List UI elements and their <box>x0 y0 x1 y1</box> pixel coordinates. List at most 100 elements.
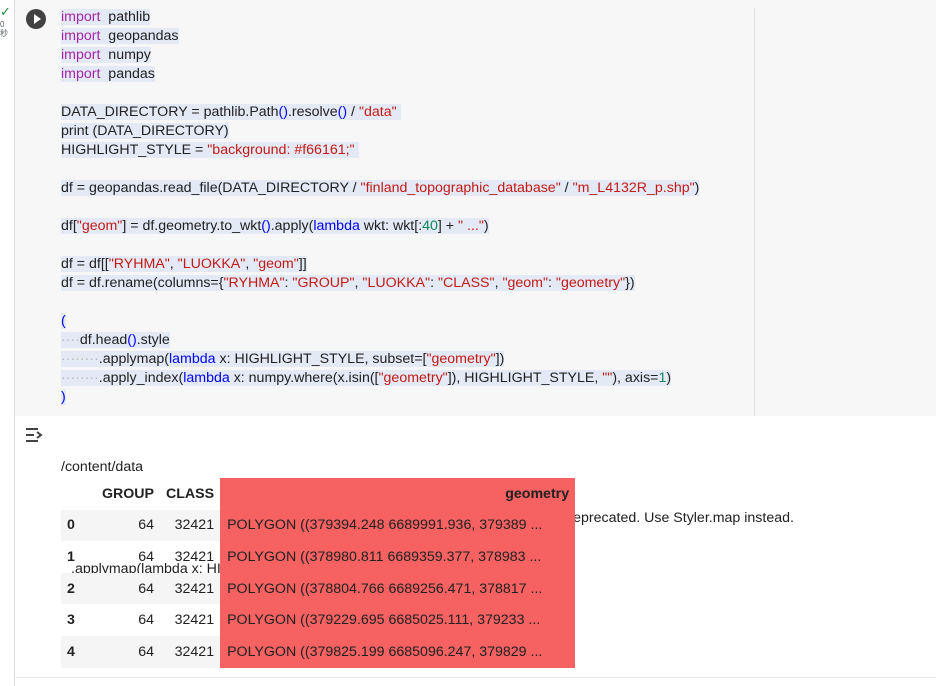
code-token: "data" <box>358 104 397 120</box>
code-token: ( <box>61 313 66 329</box>
code-token: geopandas <box>100 28 179 44</box>
code-line: HIGHLIGHT_STYLE = "background: #f66161;" <box>61 141 699 160</box>
code-token: lambda <box>183 370 230 386</box>
code-token: "RYHMA" <box>223 275 285 291</box>
code-token: ] + <box>437 218 459 234</box>
code-token: " ..." <box>458 218 484 234</box>
column-header: GROUP <box>101 485 154 502</box>
code-token: }) <box>625 275 635 291</box>
code-line: import geopandas <box>61 27 699 46</box>
output-collapse-icon[interactable] <box>23 424 47 446</box>
code-line: ) <box>61 388 699 407</box>
code-token: import <box>61 9 101 25</box>
code-token: wkt: wkt[: <box>359 218 423 234</box>
code-token: df.head <box>79 332 128 348</box>
row-index: 4 <box>61 635 90 668</box>
code-token: "GROUP" <box>292 275 355 291</box>
code-token: ]) <box>495 351 505 367</box>
code-token: () <box>337 104 348 120</box>
code-token: "RYHMA" <box>108 256 170 272</box>
code-token: import <box>61 47 101 63</box>
column-header: CLASS <box>166 485 215 502</box>
code-line: df = geopandas.read_file(DATA_DIRECTORY … <box>61 179 700 198</box>
editor-ruler <box>754 8 755 416</box>
code-token: .style <box>136 332 170 348</box>
code-line: ····df.head().style <box>61 331 699 350</box>
code-token: pandas <box>100 66 155 82</box>
code-token: "m_L4132R_p.shp" <box>572 180 695 196</box>
play-icon[interactable] <box>26 9 46 29</box>
code-token: "geometry" <box>426 351 496 367</box>
index-header <box>61 478 90 510</box>
table-row: 4 64 32421 POLYGON ((379825.199 6685096.247… <box>61 635 576 668</box>
code-token: "LUOKKA" <box>177 256 246 272</box>
table-row: 3 64 32421 POLYGON ((379229.695 6685025.111… <box>61 604 576 636</box>
code-line: ( <box>61 312 699 331</box>
code-token: df = df[[ <box>61 256 109 272</box>
cell-geometry: POLYGON ((379825.199 6685096.247, 379829… <box>220 635 576 668</box>
table-row: 1 64 32421 POLYGON ((378980.811 6689359.377… <box>61 541 576 573</box>
code-token: ] = df.geometry.to_wkt <box>122 218 262 234</box>
cell-class: 32421 <box>160 572 221 605</box>
table-header-row: GROUP CLASS geometry <box>61 478 576 510</box>
code-line: ········.applymap(lambda x: HIGHLIGHT_ST… <box>61 350 699 369</box>
code-token: "LUOKKA" <box>362 275 431 291</box>
output-divider <box>14 677 936 678</box>
code-token: lambda <box>168 351 216 367</box>
code-token: () <box>278 104 288 120</box>
code-token: ) <box>666 370 672 386</box>
code-line: DATA_DIRECTORY = pathlib.Path().resolve(… <box>61 103 699 122</box>
code-token: pathlib <box>100 9 151 25</box>
code-token: ) <box>61 389 66 405</box>
code-token: ]] <box>298 256 307 272</box>
cell-group: 64 <box>138 548 154 565</box>
code-token: / <box>347 104 359 120</box>
code-line: df = df[["RYHMA", "LUOKKA", "geom"]] <box>61 255 699 274</box>
code-token: x: numpy.where(x.isin([ <box>229 370 379 386</box>
code-token: x: HIGHLIGHT_STYLE, subset=[ <box>215 351 427 367</box>
code-token: .applymap( <box>98 351 169 367</box>
code-line: import pathlib <box>61 8 699 27</box>
code-token: print (DATA_DIRECTORY) <box>61 123 229 139</box>
code-token: ) <box>694 180 700 196</box>
code-line: import numpy <box>61 46 699 65</box>
code-token: ), axis= <box>612 370 659 386</box>
cell-group: 64 <box>90 509 160 542</box>
code-token: "" <box>602 370 613 386</box>
code-editor[interactable]: import pathlib import geopandas import num… <box>61 8 700 407</box>
code-token: () <box>127 332 137 348</box>
code-token: "geometry" <box>555 275 626 291</box>
code-line: df = df.rename(columns={"RYHMA": "GROUP"… <box>61 274 699 293</box>
code-token: ···· <box>61 332 80 348</box>
code-token: 40 <box>422 218 438 234</box>
cell-class: 32421 <box>160 509 221 542</box>
code-token: "geom" <box>253 256 299 272</box>
cell-class: 32421 <box>174 612 215 629</box>
code-line: df["geom"] = df.geometry.to_wkt().apply(… <box>61 217 699 236</box>
code-token: df = geopandas.read_file(DATA_DIRECTORY … <box>61 180 361 196</box>
cell-geometry: POLYGON ((378804.766 6689256.471, 378817… <box>220 572 576 605</box>
code-token: : <box>548 275 556 291</box>
code-token: "CLASS" <box>437 275 495 291</box>
code-token: "finland_topographic_database" <box>360 180 561 196</box>
code-token: DATA_DIRECTORY = pathlib.Path <box>61 104 279 120</box>
cell-class: 32421 <box>174 548 215 565</box>
dataframe-table: GROUP CLASS geometry 0 64 32421 POLYGON ((3… <box>61 478 576 668</box>
code-token: "geometry" <box>378 370 448 386</box>
code-token: ]), HIGHLIGHT_STYLE, <box>447 370 603 386</box>
code-token: ········ <box>61 370 99 386</box>
code-token: "background: #f66161;" <box>207 142 355 158</box>
code-token: ········ <box>61 351 99 367</box>
code-line: ········.apply_index(lambda x: numpy.whe… <box>61 369 699 388</box>
row-index: 2 <box>61 572 90 605</box>
code-line: import pandas <box>61 65 699 84</box>
cell-geometry: POLYGON ((378980.811 6689359.377, 378983… <box>220 541 576 573</box>
code-token: HIGHLIGHT_STYLE = <box>61 142 208 158</box>
check-icon: ✓ <box>0 4 11 19</box>
code-token: () <box>261 218 271 234</box>
